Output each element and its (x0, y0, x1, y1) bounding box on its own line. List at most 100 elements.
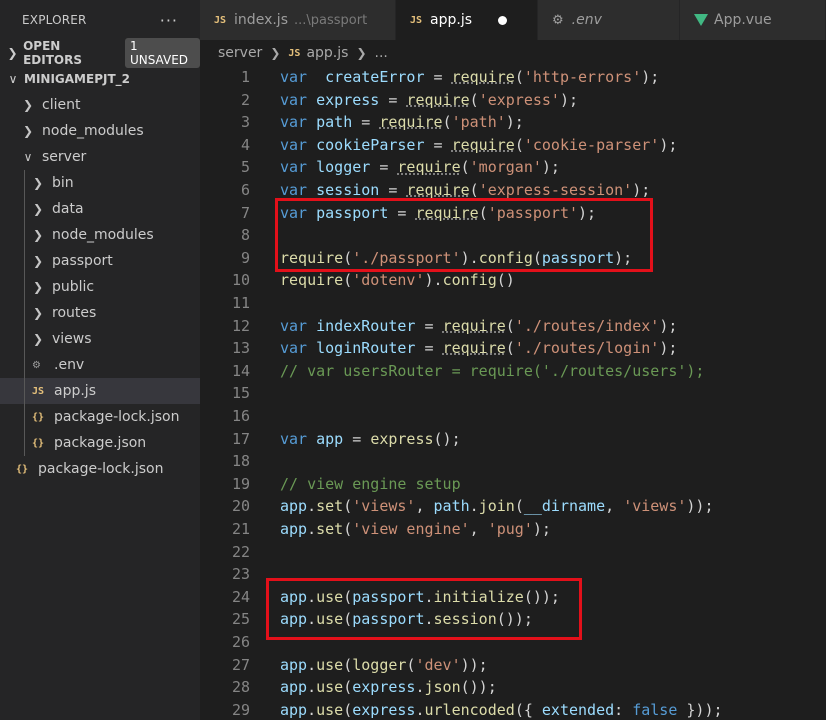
tree-item[interactable]: {} package-lock.json (0, 404, 200, 430)
unsaved-badge: 1 UNSAVED (124, 38, 200, 68)
breadcrumb-file[interactable]: app.js (306, 45, 348, 61)
chevron-right-icon: ❯ (32, 332, 44, 346)
tree-item[interactable]: {} package-lock.json (0, 456, 200, 482)
code-line[interactable]: 20 app.set('views', path.join(__dirname, … (200, 495, 826, 518)
code-line[interactable]: 3 var path = require('path'); (200, 111, 826, 134)
code-line[interactable]: 9 require('./passport').config(passport); (200, 247, 826, 270)
code-token: express (352, 678, 416, 697)
more-actions-icon[interactable]: ··· (160, 11, 178, 30)
chevron-right-icon: ❯ (32, 202, 44, 216)
code-token: urlencoded (424, 700, 515, 719)
code-token: var (280, 135, 308, 154)
code-text: var logger = require('morgan'); (280, 156, 560, 179)
breadcrumb-symbol[interactable]: ... (375, 45, 388, 61)
code-line[interactable]: 7 var passport = require('passport'); (200, 202, 826, 225)
explorer-title: EXPLORER (22, 13, 87, 27)
code-token: var (280, 90, 308, 109)
tree-item[interactable]: JS app.js (0, 378, 200, 404)
code-line[interactable]: 26 (200, 631, 826, 654)
code-token: use (316, 610, 344, 629)
code-line[interactable]: 11 (200, 292, 826, 315)
tree-item[interactable]: ❯ node_modules (0, 118, 200, 144)
tab-app-js[interactable]: JS app.js (396, 0, 538, 40)
code-token: ()); (523, 587, 560, 606)
tree-item[interactable]: ⚙ .env (0, 352, 200, 378)
code-token: ( (505, 316, 515, 335)
tree-item[interactable]: ❯ routes (0, 300, 200, 326)
code-line[interactable]: 6 var session = require('express-session'… (200, 179, 826, 202)
tree-item[interactable]: {} package.json (0, 430, 200, 456)
code-token: = (424, 135, 452, 154)
code-token: 'http-errors' (523, 68, 642, 86)
code-token: 'pug' (487, 520, 533, 538)
breadcrumb-folder[interactable]: server (218, 45, 262, 61)
code-line[interactable]: 19 // view engine setup (200, 473, 826, 496)
code-token: (); (433, 429, 461, 448)
code-token: session (316, 181, 380, 199)
code-token: extended (541, 700, 615, 719)
code-token: = (379, 90, 407, 109)
code-line[interactable]: 12 var indexRouter = require('./routes/in… (200, 315, 826, 338)
code-line[interactable]: 27 app.use(logger('dev')); (200, 654, 826, 677)
line-number: 18 (231, 452, 250, 471)
tree-item[interactable]: ❯ node_modules (0, 222, 200, 248)
code-line[interactable]: 29 app.use(express.urlencoded({ extended:… (200, 699, 826, 720)
code-line[interactable]: 2 var express = require('express'); (200, 89, 826, 112)
tree-item[interactable]: ❯ passport (0, 248, 200, 274)
tree-item[interactable]: ❯ public (0, 274, 200, 300)
code-line[interactable]: 21 app.set('view engine', 'pug'); (200, 518, 826, 541)
code-line[interactable]: 22 (200, 541, 826, 564)
code-line[interactable]: 23 (200, 563, 826, 586)
code-line[interactable]: 25 app.use(passport.session()); (200, 608, 826, 631)
json-file-icon: {} (32, 411, 45, 423)
code-line[interactable]: 5 var logger = require('morgan'); (200, 156, 826, 179)
code-token: 'passport' (487, 203, 579, 222)
code-token: path (433, 497, 470, 516)
tab-env[interactable]: ⚙ .env (538, 0, 680, 40)
code-line[interactable]: 16 (200, 405, 826, 428)
tree-item[interactable]: ❯ bin (0, 170, 200, 196)
project-name: MINIGAMEPJT_2 (24, 72, 130, 86)
code-token: use (316, 655, 344, 674)
code-token: ); (614, 248, 633, 267)
project-section[interactable]: ∨ MINIGAMEPJT_2 (0, 66, 200, 92)
unsaved-dot-icon[interactable] (498, 15, 508, 25)
line-number: 3 (240, 113, 250, 132)
open-editors-label: OPEN EDITORS (23, 39, 82, 67)
code-line[interactable]: 4 var cookieParser = require('cookie-pars… (200, 134, 826, 157)
code-line[interactable]: 13 var loginRouter = require('./routes/lo… (200, 337, 826, 360)
code-line[interactable]: 24 app.use(passport.initialize()); (200, 586, 826, 609)
line-number: 6 (240, 181, 250, 199)
tree-item[interactable]: ❯ views (0, 326, 200, 352)
code-token: ( (343, 271, 353, 290)
code-text: app.set('views', path.join(__dirname, 'v… (280, 495, 714, 518)
chevron-right-icon: ❯ (7, 46, 18, 60)
tab-index-js[interactable]: JS index.js ...\passport (200, 0, 396, 40)
tab-app-vue[interactable]: App.vue (680, 0, 826, 40)
chevron-down-icon: ∨ (8, 72, 18, 86)
code-token: ); (659, 316, 678, 335)
code-editor[interactable]: 1 var createError = require('http-errors'… (200, 66, 826, 720)
line-number: 15 (231, 384, 250, 403)
code-line[interactable]: 8 (200, 224, 826, 247)
code-token: ()); (460, 678, 497, 697)
line-number: 4 (240, 135, 250, 154)
code-line[interactable]: 28 app.use(express.json()); (200, 676, 826, 699)
code-line[interactable]: 10 require('dotenv').config() (200, 269, 826, 292)
code-token: ( (514, 497, 524, 516)
tree-item[interactable]: ∨ server (0, 144, 200, 170)
code-line[interactable]: 14 // var usersRouter = require('./routes… (200, 360, 826, 383)
code-line[interactable]: 15 (200, 382, 826, 405)
tree-item-label: passport (52, 253, 113, 269)
code-token: ); (505, 113, 524, 132)
code-line[interactable]: 17 var app = express(); (200, 428, 826, 451)
code-line[interactable]: 1 var createError = require('http-errors'… (200, 66, 826, 89)
code-text: app.use(passport.session()); (280, 608, 533, 631)
tree-item[interactable]: ❯ data (0, 196, 200, 222)
code-line[interactable]: 18 (200, 450, 826, 473)
code-text: var app = express(); (280, 428, 461, 451)
open-editors-section[interactable]: ❯ OPEN EDITORS 1 UNSAVED (0, 38, 200, 68)
tree-item[interactable]: ❯ client (0, 92, 200, 118)
code-token: require (397, 158, 461, 177)
